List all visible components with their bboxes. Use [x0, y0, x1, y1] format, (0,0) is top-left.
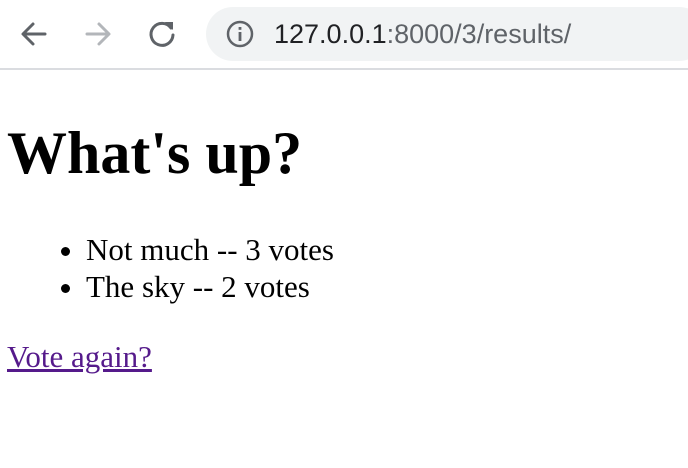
address-bar[interactable]: 127.0.0.1:8000/3/results/	[206, 7, 688, 61]
forward-arrow-icon	[85, 22, 111, 46]
url-host: 127.0.0.1	[274, 19, 387, 49]
list-item: Not much -- 3 votes	[86, 231, 334, 268]
info-icon[interactable]	[226, 20, 254, 48]
reload-icon	[149, 21, 175, 47]
back-button[interactable]	[16, 16, 52, 52]
url-path: :8000/3/results/	[386, 19, 572, 49]
forward-button[interactable]	[80, 16, 116, 52]
page-content: What's up? Not much -- 3 votes The sky -…	[0, 70, 688, 468]
back-arrow-icon	[21, 22, 47, 46]
vote-again-link[interactable]: Vote again?	[7, 338, 152, 375]
reload-button[interactable]	[144, 16, 180, 52]
page-title: What's up?	[7, 120, 303, 186]
browser-toolbar: 127.0.0.1:8000/3/results/	[0, 0, 688, 70]
url-text[interactable]: 127.0.0.1:8000/3/results/	[274, 18, 571, 50]
results-list: Not much -- 3 votes The sky -- 2 votes	[0, 231, 334, 305]
list-item: The sky -- 2 votes	[86, 268, 334, 305]
